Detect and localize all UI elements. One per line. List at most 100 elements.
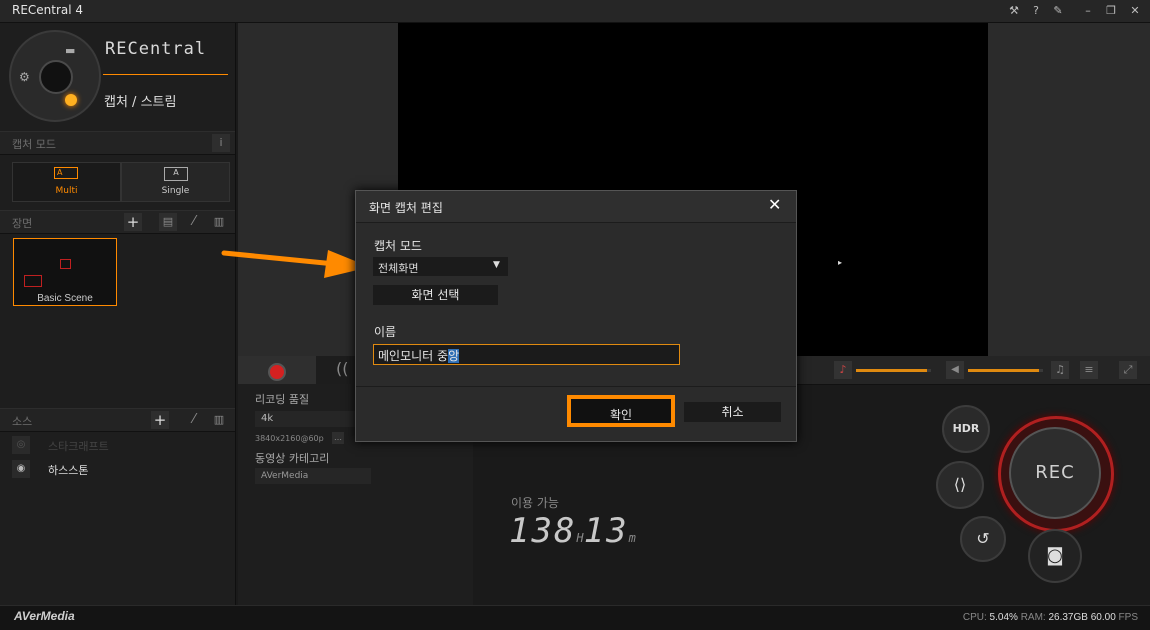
multi-icon: A xyxy=(54,167,78,179)
available-label: 이용 가능 xyxy=(511,496,559,510)
logo-text: RECentral xyxy=(105,39,207,59)
confirm-button[interactable]: 확인 xyxy=(567,395,675,427)
fullscreen-icon[interactable]: ⤢ xyxy=(1119,361,1137,379)
mixer-icon[interactable]: ≡ xyxy=(1080,361,1098,379)
camera-icon[interactable]: ◙ xyxy=(1028,529,1082,583)
stream-tab[interactable]: (( xyxy=(316,356,356,384)
record-dot-icon xyxy=(268,363,286,381)
ram-value: 26.37GB xyxy=(1048,612,1088,623)
quality-label: 리코딩 품질 xyxy=(255,393,310,406)
source-item[interactable]: ◎ 스타크래프트 xyxy=(12,435,222,455)
source-item[interactable]: ◉ 하스스톤 xyxy=(12,459,222,479)
logo-underline xyxy=(103,74,228,75)
multi-label: Multi xyxy=(55,186,78,196)
close-icon[interactable]: ✕ xyxy=(1126,2,1144,20)
cpu-value: 5.04% xyxy=(989,612,1018,623)
left-panel: ⚙ ▬ RECentral 캡처 / 스트림 캡처 모드 i A Multi A… xyxy=(0,23,236,605)
quality-select[interactable]: 4k xyxy=(255,411,371,427)
capture-mode-label: 캡처 모드 xyxy=(12,138,56,151)
scene-source-marker xyxy=(60,259,71,269)
speaker-volume-slider[interactable] xyxy=(968,369,1043,372)
edit-source-icon[interactable]: ⁄ xyxy=(185,411,203,429)
dialog-divider xyxy=(356,386,796,387)
info-icon[interactable]: i xyxy=(212,134,230,152)
delete-scene-icon[interactable]: ▥ xyxy=(210,213,228,231)
scene-label: 장면 xyxy=(12,217,33,230)
capture-mode-dot-icon[interactable] xyxy=(65,94,77,106)
dialog-title: 화면 캡처 편집 xyxy=(369,201,443,215)
resolution-label: 3840x2160@60p xyxy=(255,434,324,443)
minimize-icon[interactable]: – xyxy=(1079,2,1097,20)
add-scene-icon[interactable]: + xyxy=(124,213,142,231)
source-label-hearthstone: 하스스톤 xyxy=(48,464,89,477)
edit-scene-icon[interactable]: ⁄ xyxy=(185,213,203,231)
edit-capture-dialog: 화면 캡처 편집 ✕ 캡처 모드 전체화면 ▼ 화면 선택 이름 메인모니터 중… xyxy=(355,190,797,442)
scene-thumbnail[interactable]: Basic Scene xyxy=(13,238,117,306)
name-input-value: 메인모니터 중앙 xyxy=(378,347,460,364)
logo-swirl-icon xyxy=(39,60,73,94)
eye-hidden-icon[interactable]: ◎ xyxy=(12,436,30,454)
dialog-close-icon[interactable]: ✕ xyxy=(768,195,781,214)
speaker-icon[interactable]: ◀ xyxy=(946,361,964,379)
capture-mode-select[interactable]: 전체화면 ▼ xyxy=(373,257,508,276)
restore-icon[interactable]: ❐ xyxy=(1102,2,1120,20)
cancel-button[interactable]: 취소 xyxy=(684,402,781,422)
pin-icon[interactable]: ✎ xyxy=(1049,2,1067,20)
chevron-down-icon: ▼ xyxy=(493,260,500,270)
add-source-icon[interactable]: + xyxy=(151,411,169,429)
record-tab[interactable] xyxy=(238,356,316,384)
mode-label: 캡처 / 스트림 xyxy=(104,95,177,110)
speaker-volume-fill xyxy=(968,369,1040,372)
mic-volume-fill xyxy=(856,369,928,372)
single-label: Single xyxy=(161,186,190,196)
dialog-name-label: 이름 xyxy=(374,325,397,339)
window-title: RECentral 4 xyxy=(12,3,84,17)
capture-mode-multi[interactable]: A Multi xyxy=(12,162,121,202)
dialog-capture-mode-label: 캡처 모드 xyxy=(374,239,422,253)
title-bar: RECentral 4 ⚒ ? ✎ – ❐ ✕ xyxy=(0,0,1150,23)
rec-button[interactable]: REC xyxy=(1009,427,1101,519)
mouse-cursor-icon: ▸ xyxy=(838,258,843,267)
gear-icon[interactable]: ⚙ xyxy=(19,70,30,84)
split-icon[interactable]: ⟨⟩ xyxy=(936,461,984,509)
footer-brand-logo: AVerMedia xyxy=(14,609,75,623)
hours-value: 138 xyxy=(509,511,577,551)
select-screen-button[interactable]: 화면 선택 xyxy=(373,285,498,305)
available-time: 138H13m xyxy=(509,511,636,551)
mic-volume-slider[interactable] xyxy=(856,369,931,372)
mic-icon[interactable]: ♪ xyxy=(834,361,852,379)
capture-mode-single[interactable]: A Single xyxy=(121,162,230,202)
source-header: 소스 + ⁄ ▥ xyxy=(0,408,235,432)
mode-dial[interactable]: ⚙ ▬ xyxy=(9,30,101,122)
minutes-value: 13 xyxy=(583,511,629,551)
hours-unit: H xyxy=(576,531,584,545)
resolution-more-icon[interactable]: … xyxy=(332,432,344,444)
headphones-icon[interactable]: ♫ xyxy=(1051,361,1069,379)
stream-icon: (( xyxy=(336,359,349,378)
name-input[interactable]: 메인모니터 중앙 xyxy=(373,344,680,365)
hdr-button[interactable]: HDR xyxy=(942,405,990,453)
replay-icon[interactable]: ↺ xyxy=(960,516,1006,562)
source-label: 소스 xyxy=(12,415,33,428)
single-icon: A xyxy=(164,167,188,181)
category-select[interactable]: AVerMedia xyxy=(255,468,371,484)
system-stats: CPU: 5.04% RAM: 26.37GB 60.00 FPS xyxy=(963,612,1138,623)
rec-button-ring[interactable]: REC xyxy=(998,416,1114,532)
wrench-icon[interactable]: ⚒ xyxy=(1005,2,1023,20)
name-text-selected: 앙 xyxy=(448,349,460,363)
source-label-starcraft: 스타크래프트 xyxy=(48,440,109,453)
scene-header: 장면 + ▤ ⁄ ▥ xyxy=(0,210,235,234)
ram-label: RAM: xyxy=(1020,612,1046,623)
fps-label: FPS xyxy=(1118,612,1138,623)
eye-icon[interactable]: ◉ xyxy=(12,460,30,478)
dialog-title-bar: 화면 캡처 편집 ✕ xyxy=(356,191,796,223)
folder-icon[interactable]: ▬ xyxy=(65,44,75,57)
scene-settings-icon[interactable]: ▤ xyxy=(159,213,177,231)
category-label: 동영상 카테고리 xyxy=(255,452,330,465)
scene-source-marker xyxy=(24,275,42,287)
delete-source-icon[interactable]: ▥ xyxy=(210,411,228,429)
scene-label-basic: Basic Scene xyxy=(37,293,93,304)
status-bar: AVerMedia CPU: 5.04% RAM: 26.37GB 60.00 … xyxy=(0,605,1150,630)
name-text: 메인모니터 중 xyxy=(378,349,449,363)
help-icon[interactable]: ? xyxy=(1027,2,1045,20)
